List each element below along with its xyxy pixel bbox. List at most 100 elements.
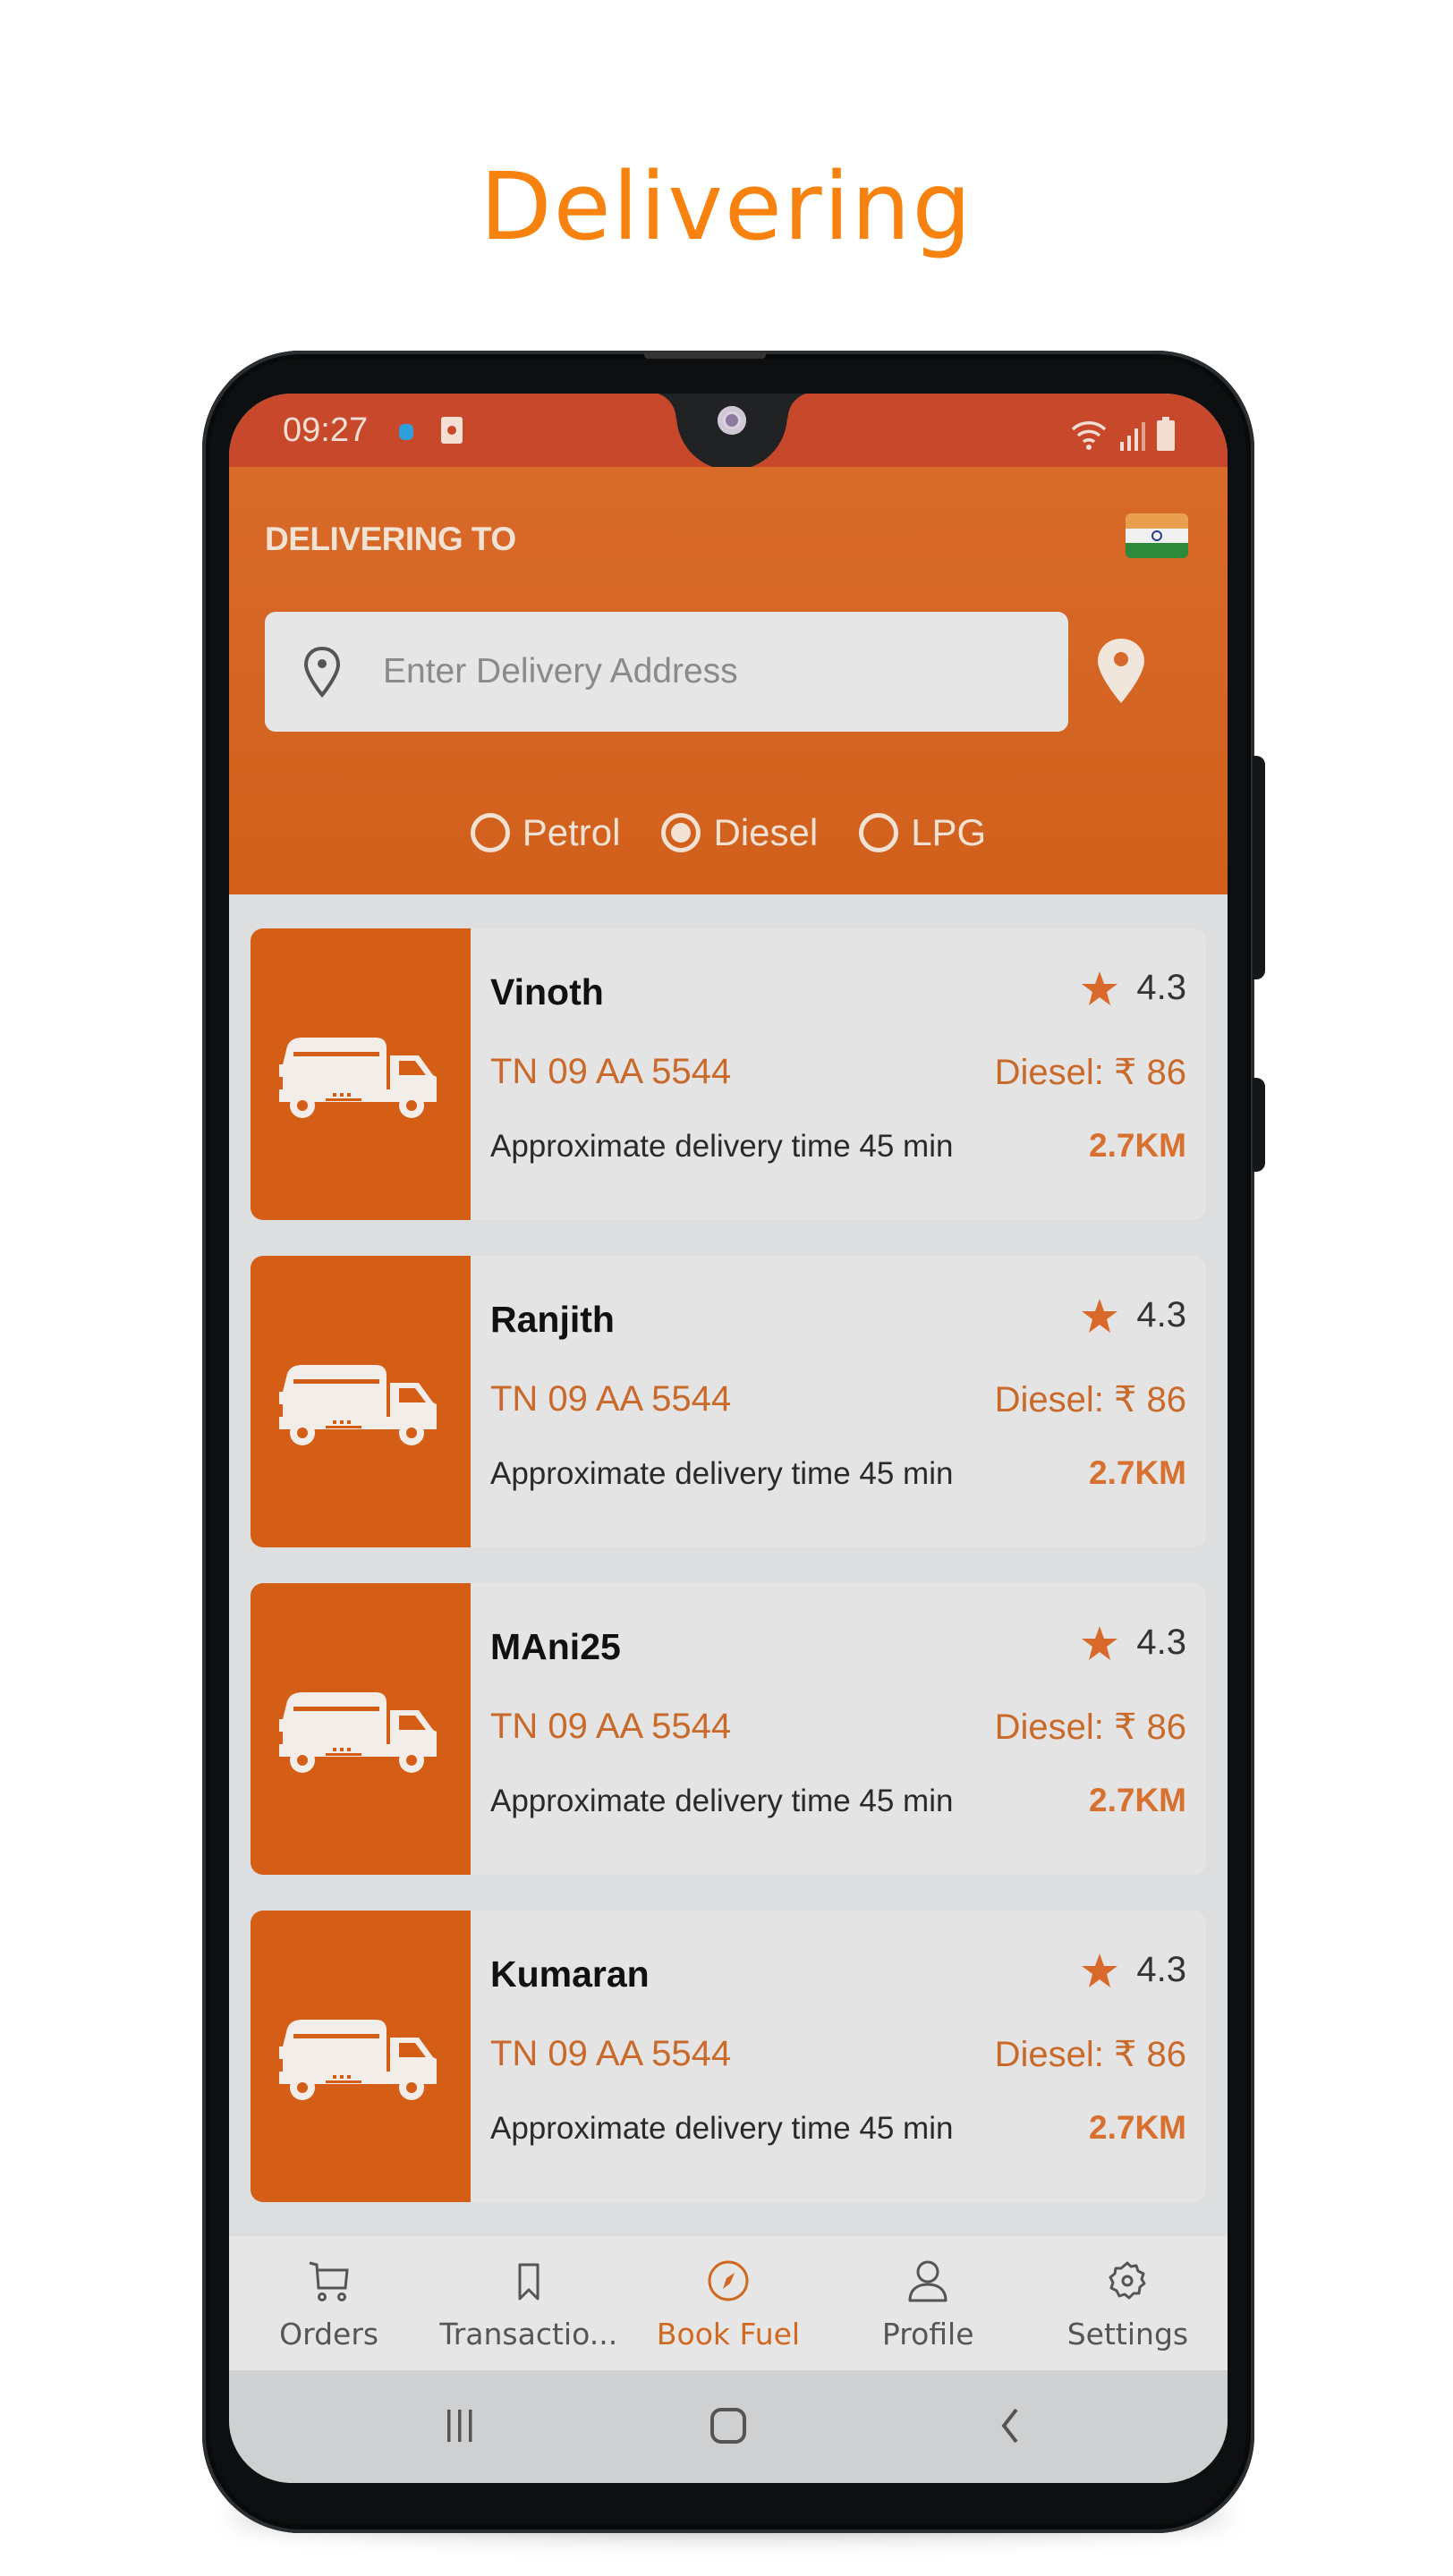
driver-name: Vinoth xyxy=(490,971,604,1013)
driver-rating: 4.3 xyxy=(1081,1623,1186,1663)
fuel-option-diesel[interactable]: Diesel xyxy=(661,811,818,854)
fuel-truck-icon xyxy=(279,1692,437,1773)
india-flag-icon[interactable] xyxy=(1126,513,1188,558)
fuel-label: Diesel xyxy=(713,811,819,853)
driver-rating: 4.3 xyxy=(1081,968,1186,1008)
nav-label: Profile xyxy=(881,2317,974,2351)
recent-apps-icon xyxy=(447,2410,472,2442)
back-icon xyxy=(1001,2408,1018,2444)
nav-label: Settings xyxy=(1066,2317,1189,2351)
fuel-price: Diesel: ₹ 86 xyxy=(994,1380,1186,1419)
driver-card[interactable]: MAni25 4.3 TN 09 AA 5544 Diesel: ₹ 86 Ap… xyxy=(251,1583,1206,1875)
star-icon xyxy=(1082,1625,1118,1660)
driver-list: Vinoth 4.3 TN 09 AA 5544 Diesel: ₹ 86 Ap… xyxy=(251,928,1206,2238)
distance: 2.7KM xyxy=(1089,1782,1186,1818)
person-icon xyxy=(908,2260,947,2302)
distance: 2.7KM xyxy=(1089,1454,1186,1491)
star-icon xyxy=(1082,1953,1118,1987)
distance: 2.7KM xyxy=(1089,1127,1186,1164)
driver-rating: 4.3 xyxy=(1081,1295,1186,1335)
driver-details: MAni25 4.3 TN 09 AA 5544 Diesel: ₹ 86 Ap… xyxy=(471,1583,1206,1875)
driver-rating: 4.3 xyxy=(1081,1950,1186,1990)
nav-orders[interactable]: Orders xyxy=(229,2236,429,2370)
fuel-label: Petrol xyxy=(522,811,621,853)
fuel-option-petrol[interactable]: Petrol xyxy=(470,811,621,854)
delivery-address-input[interactable] xyxy=(381,651,1011,692)
fuel-price: Diesel: ₹ 86 xyxy=(994,1053,1186,1092)
recent-apps-button[interactable] xyxy=(433,2401,487,2451)
vehicle-plate: TN 09 AA 5544 xyxy=(490,1052,732,1091)
fuel-truck-icon xyxy=(279,1365,437,1445)
wifi-icon xyxy=(1071,421,1107,450)
nav-label: Orders xyxy=(279,2317,379,2351)
front-camera xyxy=(718,406,746,435)
driver-card[interactable]: Ranjith 4.3 TN 09 AA 5544 Diesel: ₹ 86 A… xyxy=(251,1256,1206,1547)
back-button[interactable] xyxy=(982,2401,1036,2451)
nav-label: Book Fuel xyxy=(656,2317,801,2351)
signal-icon xyxy=(1120,422,1145,451)
cart-icon xyxy=(309,2261,349,2301)
nav-transactions[interactable]: Transactio... xyxy=(429,2236,628,2370)
fuel-price: Diesel: ₹ 86 xyxy=(994,1707,1186,1747)
driver-name: Kumaran xyxy=(490,1953,650,1995)
radio-lpg[interactable] xyxy=(859,813,899,852)
driver-name: Ranjith xyxy=(490,1299,615,1340)
rating-value: 4.3 xyxy=(1136,1950,1186,1989)
camera-notch xyxy=(650,394,814,470)
map-pin-icon xyxy=(303,646,341,699)
gear-icon xyxy=(1109,2261,1146,2300)
truck-thumbnail xyxy=(251,928,471,1220)
driver-details: Kumaran 4.3 TN 09 AA 5544 Diesel: ₹ 86 A… xyxy=(471,1911,1206,2202)
power-button xyxy=(1253,1078,1265,1172)
rating-value: 4.3 xyxy=(1136,968,1186,1007)
delivering-to-label: DELIVERING TO xyxy=(265,521,516,557)
phone-screen: 09:27 DELIVERING TO Enter Delivery Addre… xyxy=(229,394,1228,2483)
fuel-type-selector: Petrol Diesel LPG xyxy=(229,811,1228,854)
earpiece-speaker xyxy=(644,352,766,359)
vehicle-plate: TN 09 AA 5544 xyxy=(490,1379,732,1419)
bottom-navigation: Orders Transactio... Book Fuel Profile S… xyxy=(229,2236,1228,2370)
delivery-eta: Approximate delivery time 45 min xyxy=(490,1129,954,1164)
fuel-truck-icon xyxy=(279,1038,437,1118)
nav-profile[interactable]: Profile xyxy=(828,2236,1028,2370)
distance: 2.7KM xyxy=(1089,2109,1186,2146)
battery-icon xyxy=(1157,417,1175,451)
driver-name: MAni25 xyxy=(490,1626,621,1667)
status-time: 09:27 xyxy=(283,411,369,449)
volume-button xyxy=(1253,756,1265,979)
location-pin-icon[interactable] xyxy=(1095,637,1147,705)
promo-title: Delivering xyxy=(480,152,973,261)
status-bar: 09:27 xyxy=(229,394,1228,470)
delivery-header: DELIVERING TO Petrol Diesel xyxy=(229,467,1228,894)
delivery-eta: Approximate delivery time 45 min xyxy=(490,1784,954,1818)
system-navigation-bar xyxy=(229,2370,1228,2483)
rating-value: 4.3 xyxy=(1136,1295,1186,1335)
truck-thumbnail xyxy=(251,1911,471,2202)
fuel-option-lpg[interactable]: LPG xyxy=(859,811,986,854)
bookmark-icon xyxy=(518,2263,540,2301)
nav-label: Transactio... xyxy=(439,2317,618,2351)
vehicle-plate: TN 09 AA 5544 xyxy=(490,2034,732,2073)
compass-icon xyxy=(708,2260,749,2301)
fuel-price: Diesel: ₹ 86 xyxy=(994,2035,1186,2074)
truck-thumbnail xyxy=(251,1256,471,1547)
app-notification-icon xyxy=(441,417,463,444)
home-button[interactable] xyxy=(701,2401,755,2451)
status-icons xyxy=(1070,410,1176,451)
truck-thumbnail xyxy=(251,1583,471,1875)
home-icon xyxy=(710,2408,746,2444)
fuel-label: LPG xyxy=(911,811,987,853)
nav-book-fuel[interactable]: Book Fuel xyxy=(628,2236,828,2370)
radio-diesel[interactable] xyxy=(661,813,701,852)
delivery-eta: Approximate delivery time 45 min xyxy=(490,2111,954,2146)
radio-petrol[interactable] xyxy=(470,813,510,852)
driver-card[interactable]: Vinoth 4.3 TN 09 AA 5544 Diesel: ₹ 86 Ap… xyxy=(251,928,1206,1220)
address-field[interactable] xyxy=(265,612,1068,732)
delivery-eta: Approximate delivery time 45 min xyxy=(490,1456,954,1491)
fuel-truck-icon xyxy=(279,2020,437,2100)
driver-card[interactable]: Kumaran 4.3 TN 09 AA 5544 Diesel: ₹ 86 A… xyxy=(251,1911,1206,2202)
star-icon xyxy=(1082,1298,1118,1333)
nav-settings[interactable]: Settings xyxy=(1028,2236,1228,2370)
notification-dot-icon xyxy=(399,424,413,440)
star-icon xyxy=(1082,970,1118,1005)
